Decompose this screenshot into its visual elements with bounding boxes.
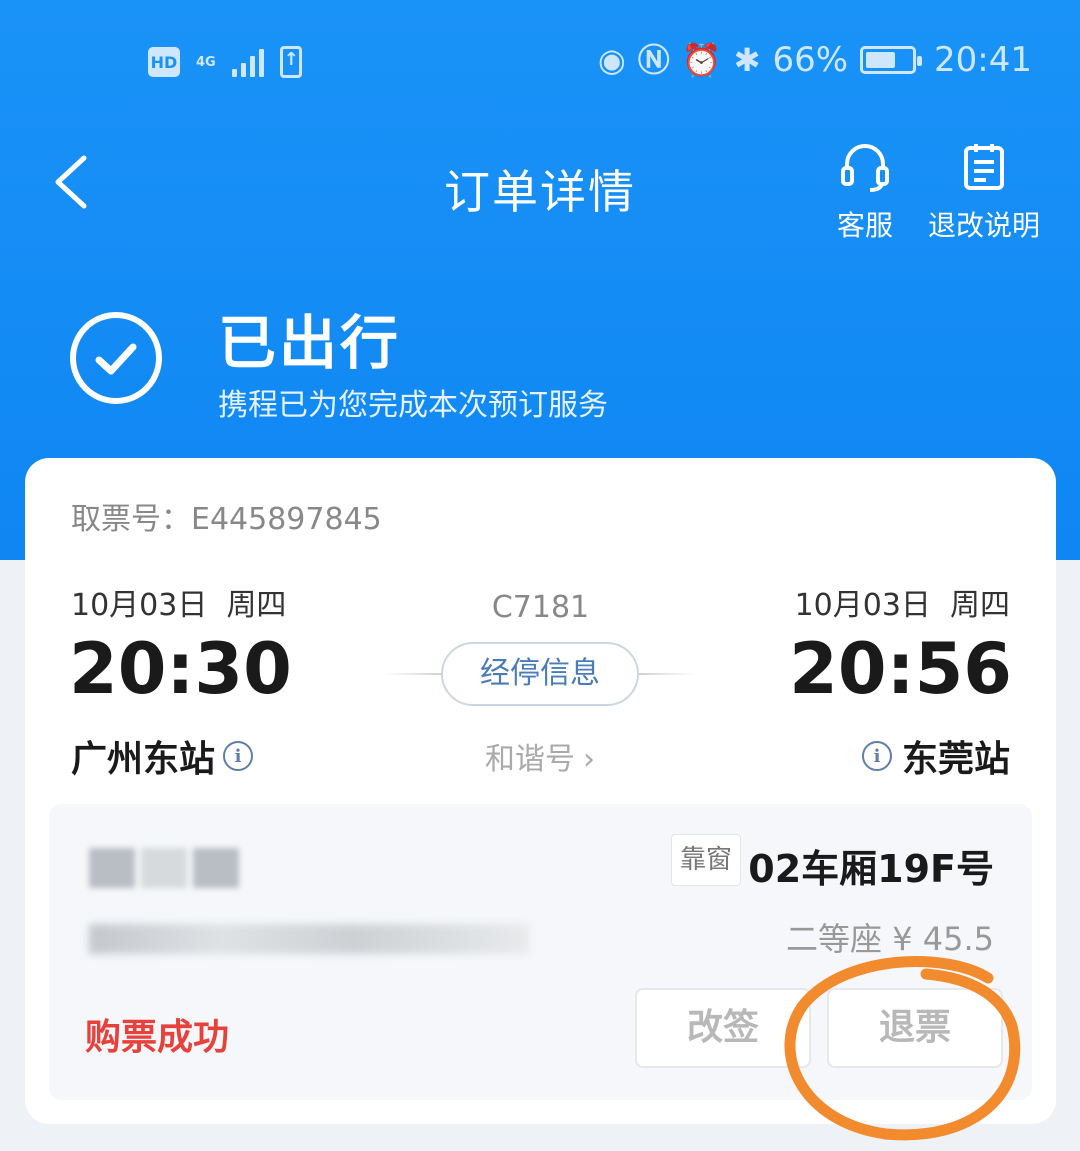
battery-fill <box>866 52 896 68</box>
refund-ticket-button[interactable]: 退票 <box>827 988 1003 1068</box>
ticket-card: 取票号：E445897845 10月03日 周四 10月03日 周四 C7181… <box>25 458 1056 1124</box>
order-status-subtitle: 携程已为您完成本次预订服务 <box>218 388 608 423</box>
purchase-status: 购票成功 <box>85 1017 230 1058</box>
clock: 20:41 <box>934 40 1032 80</box>
battery-icon <box>860 46 923 74</box>
upload-icon <box>279 46 302 78</box>
route-line-right <box>639 673 695 675</box>
departure-station[interactable]: 广州东站 i <box>71 730 254 782</box>
refund-rules-button[interactable]: 退改说明 <box>922 138 1046 244</box>
seat-class: 二等座 <box>786 920 883 958</box>
document-icon <box>964 144 1004 190</box>
seat-class-price: 二等座 ¥ 45.5 <box>786 914 994 960</box>
hd-badge: HD <box>148 47 180 77</box>
check-circle-icon <box>70 312 162 404</box>
pickup-number: 取票号：E445897845 <box>71 494 382 538</box>
train-type-link[interactable]: 和谐号 › <box>485 734 595 778</box>
customer-service-label: 客服 <box>836 209 893 242</box>
train-type-label: 和谐号 <box>485 742 575 777</box>
nfc-icon: Ⓝ <box>637 41 670 79</box>
customer-service-button[interactable]: 客服 <box>832 138 898 244</box>
battery-percent: 66% <box>772 40 849 80</box>
passenger-name-redacted <box>89 848 239 888</box>
pickup-label: 取票号： <box>71 502 191 537</box>
alarm-icon: ⏰ <box>681 41 722 79</box>
ticket-price: ¥ 45.5 <box>892 920 994 958</box>
route-line-left <box>385 673 441 675</box>
pickup-value: E445897845 <box>191 502 382 537</box>
change-ticket-button[interactable]: 改签 <box>635 988 811 1068</box>
status-left: HD 4G <box>148 46 302 78</box>
passenger-id-redacted <box>89 924 529 954</box>
seat-number: 02车厢19F号 <box>748 847 994 891</box>
passenger-panel: 靠窗 02车厢19F号 二等座 ¥ 45.5 购票成功 改签 退票 <box>49 804 1032 1100</box>
network-type: 4G <box>196 54 216 70</box>
headset-icon <box>841 144 889 192</box>
info-icon[interactable]: i <box>223 741 254 771</box>
arrival-station-name: 东莞站 <box>901 739 1010 780</box>
chevron-right-icon: › <box>583 742 595 777</box>
arrival-time: 20:56 <box>789 628 1012 710</box>
eye-comfort-icon: ◉ <box>597 41 626 79</box>
order-status-title: 已出行 <box>218 309 402 377</box>
status-right: ◉ Ⓝ ⏰ ✱ 66% 20:41 <box>598 40 1032 80</box>
train-number: C7181 <box>491 590 590 625</box>
refund-rules-label: 退改说明 <box>927 209 1040 242</box>
departure-time: 20:30 <box>69 628 292 710</box>
stops-info-button[interactable]: 经停信息 <box>441 642 639 706</box>
info-icon[interactable]: i <box>861 741 892 771</box>
arrival-station[interactable]: i 东莞站 <box>861 730 1010 782</box>
seat-tag: 靠窗 <box>671 834 741 886</box>
bluetooth-icon: ✱ <box>733 41 761 79</box>
status-bar: HD 4G ◉ Ⓝ ⏰ ✱ 66% 20:41 <box>0 40 1080 96</box>
signal-icon <box>231 47 264 77</box>
departure-station-name: 广州东站 <box>71 739 216 780</box>
page-title: 订单详情 <box>444 165 636 219</box>
